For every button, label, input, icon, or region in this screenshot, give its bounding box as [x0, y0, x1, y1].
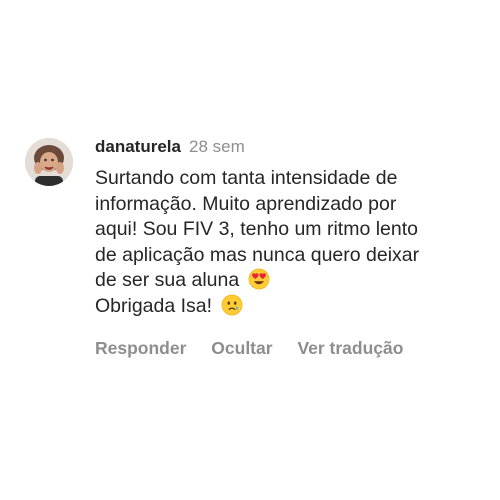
comment-line-with-emoji: de ser sua aluna [95, 268, 485, 294]
comment: danaturela 28 sem Surtando com tanta inte… [25, 135, 485, 365]
comment-line-text: de ser sua aluna [95, 269, 240, 291]
timestamp[interactable]: 28 sem [189, 137, 245, 156]
hide-button[interactable]: Ocultar [211, 338, 272, 358]
comment-actions: Responder Ocultar Ver tradução [95, 338, 485, 359]
comment-content: danaturela 28 sem Surtando com tanta inte… [95, 135, 485, 359]
profile-photo-icon [25, 138, 73, 186]
comment-line: informação. Muito aprendizado por [95, 192, 397, 215]
comment-line: aqui! Sou FIV 3, tenho um ritmo lento [95, 218, 419, 240]
comment-line: de aplicação mas nunca quero deixar [95, 243, 420, 266]
username[interactable]: danaturela [95, 137, 181, 156]
comment-header: danaturela 28 sem [95, 135, 485, 159]
translate-button[interactable]: Ver tradução [297, 338, 403, 358]
comment-line-text: Obrigada Isa! [95, 294, 213, 317]
crying-face-emoji-icon [221, 294, 242, 315]
comment-line: Surtando com tanta intensidade de [95, 167, 398, 189]
reply-button[interactable]: Responder [95, 338, 186, 358]
avatar[interactable] [25, 138, 73, 186]
comment-text: Surtando com tanta intensidade de inform… [95, 166, 485, 319]
heart-eyes-emoji-icon [248, 268, 269, 290]
comment-line-with-emoji: Obrigada Isa! [95, 294, 485, 320]
